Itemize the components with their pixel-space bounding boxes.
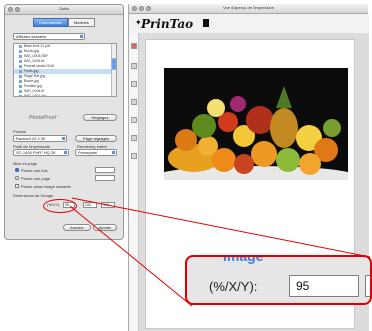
- callout-zoom-field[interactable]: 95: [289, 275, 359, 297]
- page-reglages-button[interactable]: Page réglages: [75, 135, 117, 142]
- y-field-small[interactable]: 100: [101, 202, 115, 208]
- palette-title: Outils: [58, 6, 70, 11]
- preview-toolbar: ✦ PrinTao: [129, 14, 369, 33]
- option1-field[interactable]: [95, 167, 115, 173]
- tools-palette: Outils Commandes Modèles Affichez dossie…: [4, 4, 124, 240]
- x-field-small[interactable]: 100: [83, 202, 97, 208]
- rendu-select[interactable]: Perceptuel: [75, 149, 117, 156]
- tab-modeles[interactable]: Modèles: [67, 18, 95, 27]
- fruit-photo-graphic: [164, 68, 348, 180]
- mise-en-page-label: Mise en page: [13, 161, 38, 166]
- tool-button-7[interactable]: [131, 153, 137, 159]
- format-select[interactable]: Raccord 20 x 30: [13, 135, 67, 142]
- tab-commandes[interactable]: Commandes: [33, 18, 68, 27]
- preview-titlebar[interactable]: Vue d'aperçu de l'impression: [129, 4, 368, 14]
- scrollbar-thumb[interactable]: [112, 58, 116, 70]
- reglages-button[interactable]: Réglages: [83, 114, 117, 121]
- palette-titlebar[interactable]: Outils: [5, 5, 123, 15]
- tool-button-4[interactable]: [131, 99, 137, 105]
- tool-button-1[interactable]: [131, 43, 137, 49]
- option3-label: Placer aussi image suivante: [21, 184, 71, 189]
- callout-image-text: Image: [223, 255, 264, 264]
- option2-field[interactable]: [95, 175, 115, 181]
- preview-title: Vue d'aperçu de l'impression: [223, 5, 274, 10]
- source-folder-select[interactable]: Affichez dossiers: [13, 33, 85, 40]
- file-list-item[interactable]: IMG_0201.jpg: [14, 94, 116, 96]
- file-rows: Bilan Avril 11.pdf Bords.jpg IMG_0003.NEF I…: [14, 44, 116, 96]
- vertical-tool-strip: [129, 33, 139, 331]
- printao-logo: PrinTao: [141, 17, 194, 31]
- tool-button-6[interactable]: [131, 135, 137, 141]
- zoom-highlight-ellipse: [43, 199, 77, 213]
- option3-checkbox[interactable]: [15, 184, 19, 188]
- callout-next-field-edge[interactable]: [365, 275, 370, 297]
- fruit-photo[interactable]: [164, 68, 348, 180]
- tool-button-5[interactable]: [131, 117, 137, 123]
- format-label: Format: [13, 129, 26, 134]
- screenshot-root: Outils Commandes Modèles Affichez dossie…: [0, 0, 372, 331]
- ajouter-button[interactable]: Ajouter: [93, 224, 117, 231]
- annuler-button[interactable]: Annuler: [63, 224, 91, 231]
- zoom-callout: Image (%/X/Y): 95: [185, 255, 372, 305]
- profil-select[interactable]: SC-1400 PhFF HQ 2K: [13, 149, 69, 156]
- option2-label: Placer une page: [21, 176, 51, 181]
- document-icon[interactable]: [203, 19, 209, 27]
- photoproof-logo: PhotoProof: [29, 115, 57, 121]
- tool-button-2[interactable]: [131, 63, 137, 69]
- file-list[interactable]: Bilan Avril 11.pdf Bords.jpg IMG_0003.NEF I…: [13, 43, 117, 97]
- file-list-scrollbar[interactable]: [111, 44, 116, 96]
- palette-tabs: Commandes Modèles: [33, 18, 95, 27]
- option1-label: Placer une fois: [21, 168, 48, 173]
- dimension-label: Dimensions de l'image: [13, 193, 54, 198]
- option1-radio[interactable]: [15, 168, 19, 172]
- tool-button-3[interactable]: [131, 81, 137, 87]
- callout-zoom-label: (%/X/Y):: [209, 279, 258, 294]
- option2-radio[interactable]: [15, 176, 19, 180]
